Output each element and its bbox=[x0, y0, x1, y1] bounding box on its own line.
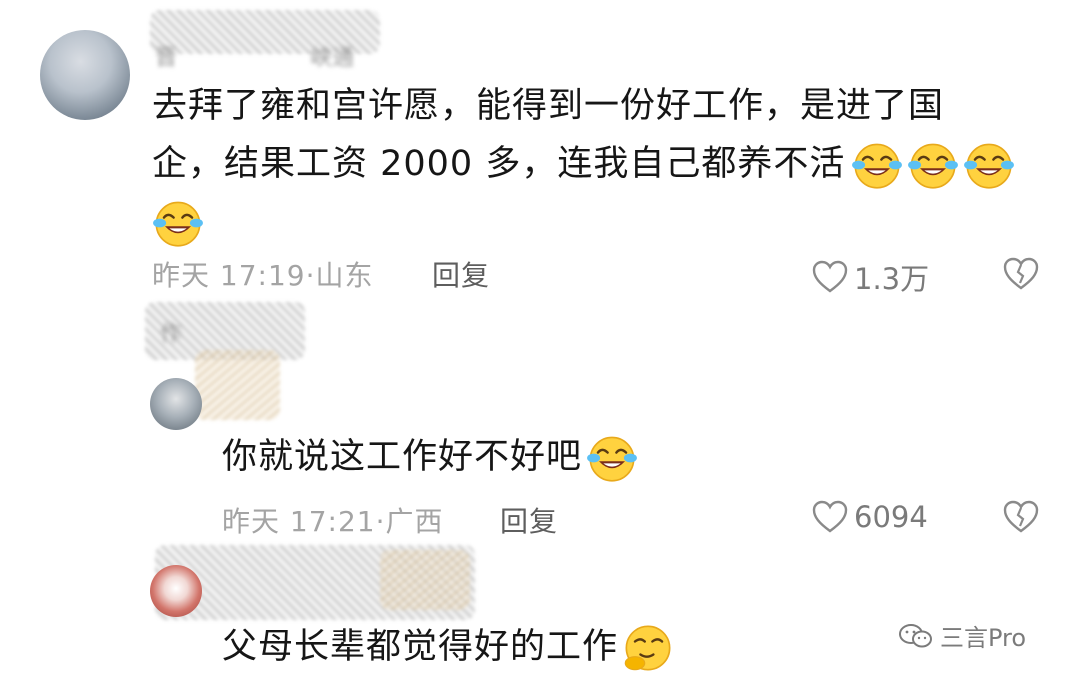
heart-icon bbox=[812, 500, 848, 533]
wechat-icon bbox=[899, 623, 932, 647]
like-count: 1.3万 bbox=[854, 262, 930, 296]
comment-text: 你就说这工作好不好吧 bbox=[222, 432, 638, 484]
comment-meta: 昨天 17:19·山东 bbox=[152, 254, 374, 294]
comment-text-line: 企，结果工资 2000 多，连我自己都养不活 bbox=[152, 135, 1052, 193]
comment-time: 昨天 17:19· bbox=[152, 259, 316, 292]
comment-text: 去拜了雍和宫许愿，能得到一份好工作，是进了国 企，结果工资 2000 多，连我自… bbox=[152, 77, 1052, 251]
username-tail: 峡通 bbox=[310, 46, 355, 71]
comment-text-content: 你就说这工作好不好吧 bbox=[222, 437, 583, 477]
comment-text-content: 父母长辈都觉得好的工作 bbox=[222, 627, 619, 667]
username[interactable]: 作 bbox=[160, 316, 182, 348]
username[interactable]: 晋 bbox=[155, 40, 177, 72]
reply-button[interactable]: 回复 bbox=[500, 500, 558, 540]
comment-text-line: 去拜了雍和宫许愿，能得到一份好工作，是进了国 bbox=[152, 86, 945, 126]
crying-laughing-emoji-icon bbox=[907, 139, 959, 191]
watermark: 三言Pro bbox=[898, 618, 1026, 653]
comment-text-line bbox=[152, 193, 1052, 251]
like-button[interactable]: 6094 bbox=[812, 500, 928, 534]
username-redaction bbox=[380, 550, 470, 610]
like-button[interactable]: 1.3万 bbox=[812, 256, 929, 298]
heart-icon bbox=[812, 260, 848, 293]
crying-laughing-emoji-icon bbox=[963, 139, 1015, 191]
smirk-hand-emoji-icon bbox=[622, 622, 674, 674]
comment-meta: 昨天 17:21·广西 bbox=[222, 500, 444, 540]
comment-text: 父母长辈都觉得好的工作 bbox=[222, 622, 674, 674]
avatar[interactable] bbox=[40, 30, 130, 120]
avatar[interactable] bbox=[150, 378, 202, 430]
avatar[interactable] bbox=[150, 565, 202, 617]
comment-location: 广西 bbox=[385, 505, 444, 538]
like-count: 6094 bbox=[854, 500, 928, 534]
crying-laughing-emoji-icon bbox=[152, 197, 204, 249]
crying-laughing-emoji-icon bbox=[851, 139, 903, 191]
username-redaction bbox=[195, 350, 280, 420]
comment-time: 昨天 17:21· bbox=[222, 505, 386, 538]
dislike-broken-heart-icon[interactable] bbox=[1003, 257, 1039, 291]
crying-laughing-emoji-icon bbox=[586, 432, 638, 484]
comment-location: 山东 bbox=[315, 259, 374, 292]
comment-text-line-content: 企，结果工资 2000 多，连我自己都养不活 bbox=[152, 144, 846, 184]
reply-button[interactable]: 回复 bbox=[432, 254, 490, 294]
dislike-broken-heart-icon[interactable] bbox=[1003, 500, 1039, 534]
watermark-text: 三言Pro bbox=[940, 624, 1027, 652]
